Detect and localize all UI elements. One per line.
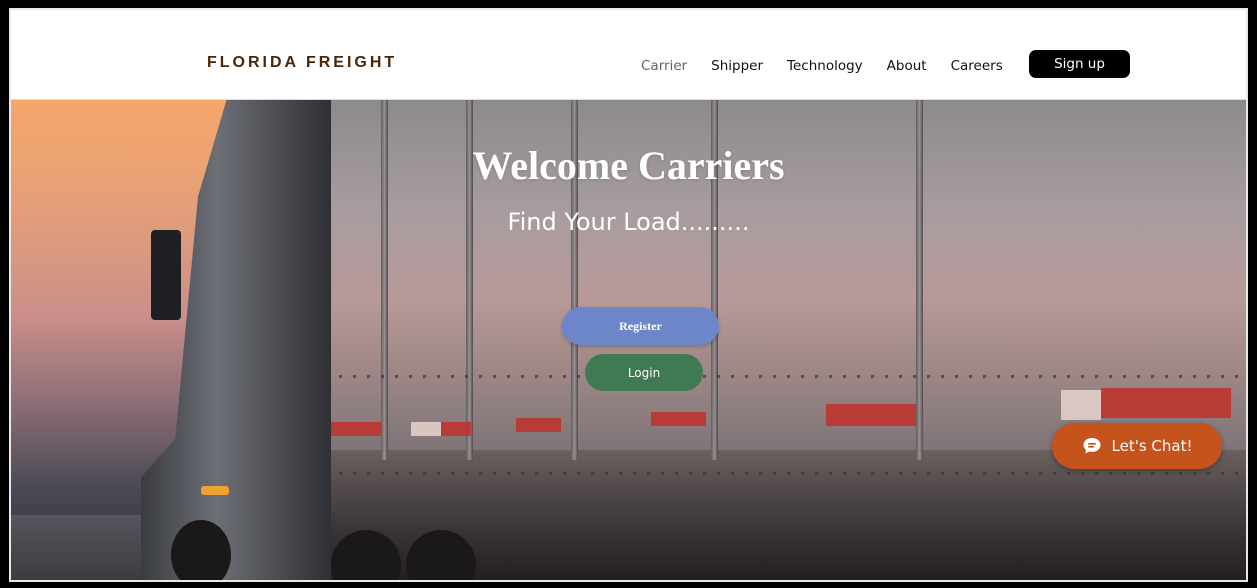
reflector-stripe xyxy=(516,418,561,432)
reflector-stripe xyxy=(411,422,441,436)
signup-button[interactable]: Sign up xyxy=(1029,50,1130,78)
brand-logo[interactable]: FLORIDA FREIGHT xyxy=(207,54,397,72)
hero-section: Welcome Carriers Find Your Load.........… xyxy=(11,100,1246,580)
login-button[interactable]: Login xyxy=(585,354,703,391)
page: FLORIDA FREIGHT Carrier Shipper Technolo… xyxy=(9,8,1248,582)
register-button[interactable]: Register xyxy=(562,307,719,345)
window-frame: FLORIDA FREIGHT Carrier Shipper Technolo… xyxy=(0,0,1257,588)
reflector-stripe xyxy=(1061,390,1101,420)
reflector-stripe xyxy=(651,412,706,426)
main-nav: Carrier Shipper Technology About Careers xyxy=(641,58,1027,74)
rivet-row xyxy=(311,472,1246,475)
reflector-stripe xyxy=(331,422,381,436)
side-mirror xyxy=(151,230,181,320)
nav-careers[interactable]: Careers xyxy=(951,58,1003,74)
nav-carrier[interactable]: Carrier xyxy=(641,58,687,74)
reflector-stripe xyxy=(441,422,471,436)
nav-about[interactable]: About xyxy=(887,58,927,74)
site-header: FLORIDA FREIGHT Carrier Shipper Technolo… xyxy=(11,10,1246,100)
hero-title: Welcome Carriers xyxy=(472,143,785,188)
hero-subtitle: Find Your Load......... xyxy=(507,208,750,236)
reflector-stripe xyxy=(826,404,916,426)
reflector-stripe xyxy=(1101,388,1231,418)
amber-light xyxy=(201,486,229,495)
nav-shipper[interactable]: Shipper xyxy=(711,58,763,74)
wheel xyxy=(171,520,231,580)
rivet-row xyxy=(311,375,1246,378)
chat-label: Let's Chat! xyxy=(1111,437,1193,455)
lets-chat-button[interactable]: Let's Chat! xyxy=(1052,423,1222,469)
chat-bubble-icon xyxy=(1082,436,1102,456)
nav-technology[interactable]: Technology xyxy=(787,58,863,74)
